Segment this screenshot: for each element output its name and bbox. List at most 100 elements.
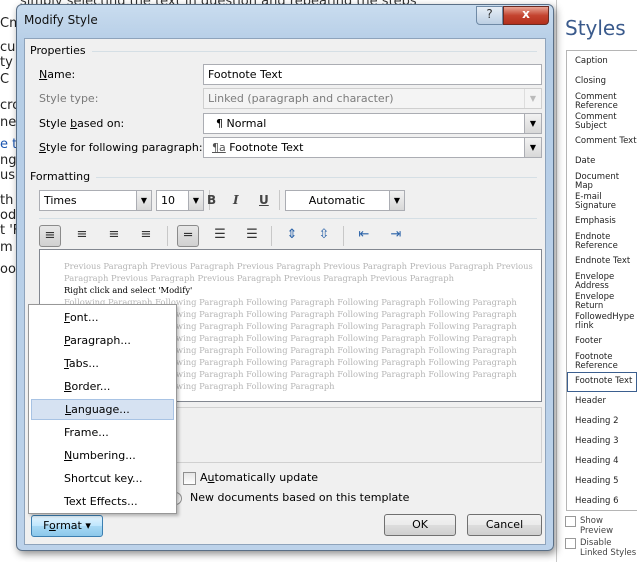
style-list-item[interactable]: Comment Reference	[567, 92, 637, 112]
chevron-down-icon[interactable]: ▼	[136, 191, 151, 210]
style-list-item[interactable]: Footnote Text	[567, 372, 637, 392]
style-list-item[interactable]: Comment Text	[567, 132, 637, 152]
format-menu-item[interactable]: Border...	[31, 376, 174, 397]
ok-button[interactable]: OK	[384, 514, 456, 536]
style-list-item[interactable]: Heading 6	[567, 492, 637, 512]
format-button[interactable]: Format ▾	[31, 515, 103, 537]
decrease-indent-icon[interactable]: ⇤	[353, 225, 375, 247]
style-list-item[interactable]: Heading 3	[567, 432, 637, 452]
new-docs-label: New documents based on this template	[190, 491, 410, 504]
double-spacing-icon[interactable]: ☰	[241, 225, 263, 247]
following-value: Footnote Text	[229, 141, 304, 154]
font-value: Times	[44, 194, 77, 207]
document-text-fragment: ng	[0, 153, 17, 168]
font-color-value: Automatic	[308, 194, 366, 207]
style-list-item[interactable]: Envelope Address	[567, 272, 637, 292]
style-list-item[interactable]: Heading 5	[567, 472, 637, 492]
name-input[interactable]: Footnote Text	[203, 64, 542, 85]
bold-button[interactable]: B	[207, 193, 216, 207]
based-on-select[interactable]: ¶ Normal ▼	[203, 113, 542, 134]
close-button[interactable]: x	[503, 6, 549, 25]
style-list-item[interactable]: Date	[567, 152, 637, 172]
format-menu-item[interactable]: Paragraph...	[31, 330, 174, 351]
style-list-item[interactable]: Endnote Text	[567, 252, 637, 272]
style-list-item[interactable]: Caption	[567, 52, 637, 72]
increase-indent-icon[interactable]: ⇥	[385, 225, 407, 247]
disable-linked-checkbox[interactable]: Disable Linked Styles	[565, 538, 637, 558]
document-text-fragment: ty	[0, 55, 13, 70]
linked-style-icon: ¶a	[212, 141, 226, 154]
style-list-item[interactable]: Footnote Reference	[567, 352, 637, 372]
style-list-item[interactable]: Header	[567, 392, 637, 412]
style-list-item[interactable]: E-mail Signature	[567, 192, 637, 212]
style-list-item[interactable]: Heading 4	[567, 452, 637, 472]
document-text-fragment: th	[0, 193, 14, 208]
one-half-spacing-icon[interactable]: ☰	[209, 225, 231, 247]
document-text-fragment: od	[0, 208, 17, 223]
style-list-item[interactable]: Closing	[567, 72, 637, 92]
style-list-item[interactable]: Emphasis	[567, 212, 637, 232]
paragraph-icon: ¶	[216, 117, 223, 130]
font-color-select[interactable]: Automatic ▼	[285, 190, 405, 211]
properties-heading: Properties	[30, 44, 92, 57]
align-right-icon[interactable]: ≡	[103, 225, 125, 247]
following-select[interactable]: ¶a Footnote Text ▼	[203, 137, 542, 158]
formatting-heading: Formatting	[30, 170, 97, 183]
help-button[interactable]: ?	[476, 6, 503, 25]
document-text-fragment: m	[0, 240, 13, 255]
style-list-item[interactable]: Footer	[567, 332, 637, 352]
chevron-down-icon[interactable]: ▼	[188, 191, 203, 210]
checkbox-box[interactable]	[565, 516, 576, 527]
style-list-item[interactable]: Comment Subject	[567, 112, 637, 132]
style-type-label: Style type:	[39, 92, 99, 105]
document-text-fragment: e t	[0, 137, 18, 152]
format-menu-item[interactable]: Frame...	[31, 422, 174, 443]
style-list-item[interactable]: Heading 2	[567, 412, 637, 432]
font-select[interactable]: Times ▼	[39, 190, 152, 211]
format-menu-item[interactable]: Tabs...	[31, 353, 174, 374]
show-preview-checkbox[interactable]: Show Preview	[565, 516, 637, 536]
size-select[interactable]: 10 ▼	[156, 190, 204, 211]
based-on-value: Normal	[226, 117, 267, 130]
style-list-item[interactable]: Document Map	[567, 172, 637, 192]
format-menu: Font... Paragraph... Tabs... Border... Langu…	[28, 304, 177, 514]
document-text-fragment: C	[0, 72, 10, 87]
show-preview-label: Show Preview	[580, 516, 614, 536]
style-list-item[interactable]: FollowedHyperlink	[567, 312, 637, 332]
chevron-down-icon[interactable]: ▼	[524, 138, 541, 157]
cancel-button[interactable]: Cancel	[467, 514, 542, 536]
italic-button[interactable]: I	[233, 193, 239, 207]
format-menu-item[interactable]: Shortcut key...	[31, 468, 174, 489]
decrease-spacing-icon[interactable]: ⇳	[313, 225, 335, 247]
style-type-select: Linked (paragraph and character) ▼	[203, 88, 542, 109]
dialog-title: Modify Style	[24, 13, 98, 27]
styles-list[interactable]: Caption Closing Comment Reference Comment S…	[566, 50, 637, 511]
chevron-down-icon[interactable]: ▼	[524, 114, 541, 133]
style-type-value: Linked (paragraph and character)	[208, 92, 394, 105]
following-label: Style for following paragraph:	[39, 141, 203, 154]
underline-button[interactable]: U	[259, 193, 269, 207]
format-menu-item[interactable]: Font...	[31, 307, 174, 328]
chevron-down-icon: ▼	[524, 89, 541, 108]
styles-pane: Styles Caption Closing Comment Reference Co…	[556, 0, 637, 562]
format-menu-item[interactable]: Language...	[31, 399, 174, 420]
disable-linked-label: Disable Linked Styles	[580, 538, 637, 558]
format-menu-item[interactable]: Numbering...	[31, 445, 174, 466]
justify-icon[interactable]: ≡	[135, 225, 157, 247]
chevron-down-icon[interactable]: ▼	[389, 191, 404, 210]
auto-update-checkbox[interactable]	[183, 472, 196, 485]
align-left-icon[interactable]: ≡	[39, 225, 61, 247]
align-center-icon[interactable]: ≡	[71, 225, 93, 247]
preview-previous: Previous Paragraph Previous Paragraph Pr…	[64, 261, 533, 271]
style-list-item[interactable]: Endnote Reference	[567, 232, 637, 252]
format-menu-item[interactable]: Text Effects...	[31, 491, 174, 512]
document-text-fragment: cu	[0, 40, 16, 55]
styles-title: Styles	[565, 16, 626, 40]
preview-previous: Paragraph Previous Paragraph Previous Pa…	[64, 273, 455, 283]
checkbox-box[interactable]	[565, 538, 576, 549]
increase-spacing-icon[interactable]: ⇕	[281, 225, 303, 247]
document-text-fragment: ne	[0, 115, 17, 130]
style-list-item[interactable]: Envelope Return	[567, 292, 637, 312]
based-on-label: Style based on:	[39, 117, 125, 130]
single-spacing-icon[interactable]: ═	[177, 225, 199, 247]
